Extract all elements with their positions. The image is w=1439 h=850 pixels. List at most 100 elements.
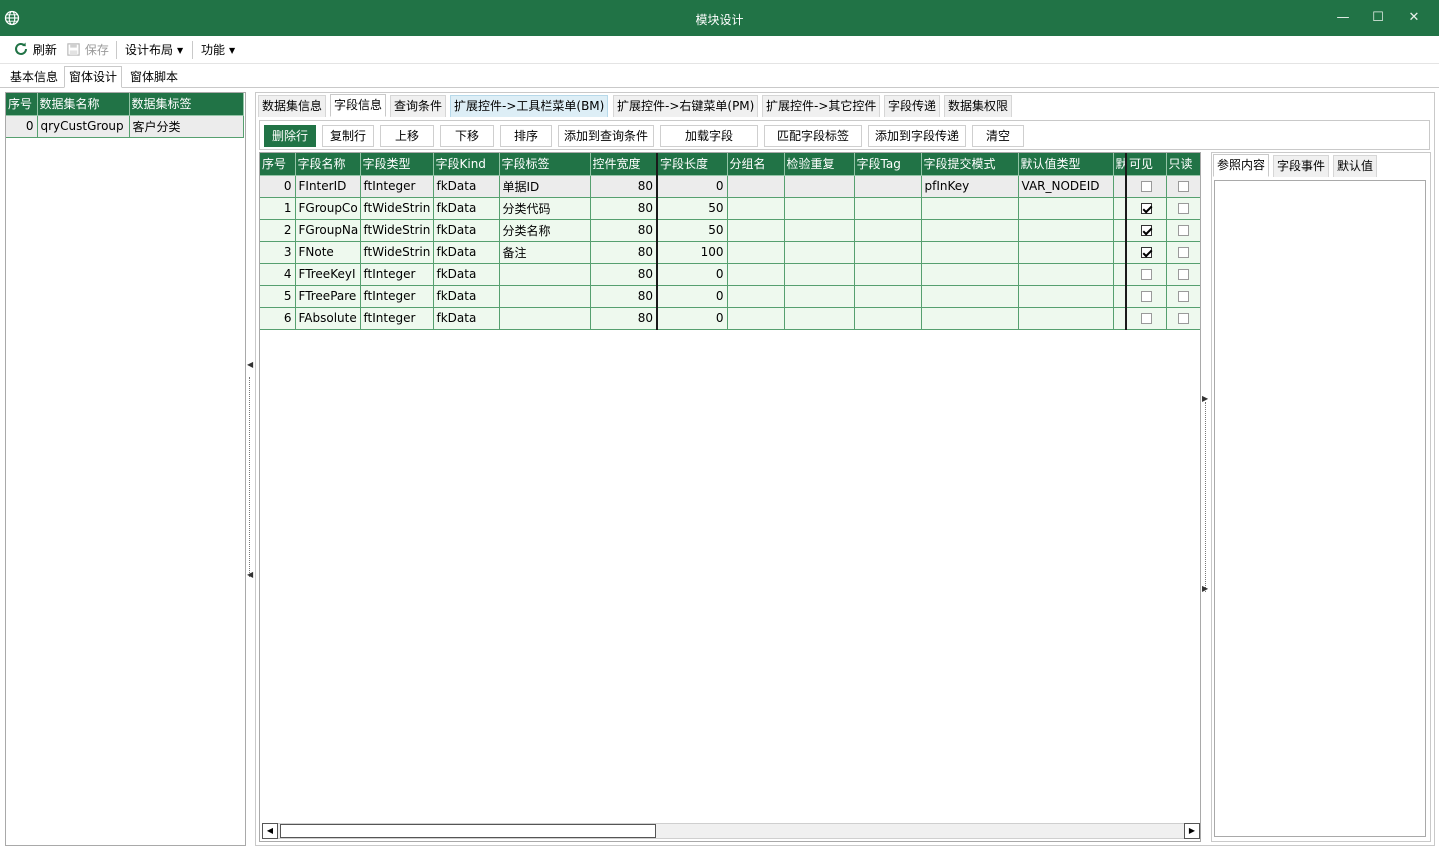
visible-checkbox[interactable] [1140, 181, 1152, 192]
cell-control-width[interactable]: 80 [590, 175, 658, 198]
cell-field-length[interactable]: 0 [656, 263, 728, 286]
sort-button[interactable]: 排序 [500, 125, 552, 147]
column-header[interactable]: 只读 [1166, 153, 1200, 176]
cell-default-type[interactable] [1018, 197, 1114, 220]
cell-submit-mode[interactable] [921, 241, 1019, 264]
column-header[interactable]: 数据集标签 [129, 93, 244, 116]
cell-submit-mode[interactable]: pfInKey [921, 175, 1019, 198]
cell-field-kind[interactable]: fkData [433, 175, 500, 198]
cell-default-type[interactable]: VAR_NODEID [1018, 175, 1114, 198]
cell-check-duplicate[interactable] [784, 175, 855, 198]
cell-field-length[interactable]: 0 [656, 285, 728, 308]
cell-submit-mode[interactable] [921, 219, 1019, 242]
cell-field-tag[interactable] [854, 263, 922, 286]
cell-index[interactable]: 1 [260, 197, 296, 220]
table-row[interactable]: 6 FAbsolute ftInteger fkData 80 0 [260, 307, 1200, 330]
cell-field-kind[interactable]: fkData [433, 307, 500, 330]
visible-checkbox[interactable] [1140, 313, 1152, 324]
load-fields-button[interactable]: 加载字段 [660, 125, 758, 147]
cell-field-kind[interactable]: fkData [433, 263, 500, 286]
tab-default-value[interactable]: 默认值 [1333, 155, 1378, 177]
column-header[interactable]: 字段标签 [499, 153, 591, 176]
cell-submit-mode[interactable] [921, 197, 1019, 220]
tab-dataset-info[interactable]: 数据集信息 [258, 95, 327, 117]
column-header[interactable]: 数据集名称 [37, 93, 130, 116]
table-row[interactable]: 4 FTreeKeyI ftInteger fkData 80 0 [260, 263, 1200, 286]
tab-field-info[interactable]: 字段信息 [330, 94, 387, 117]
cell-group-name[interactable] [727, 197, 785, 220]
save-button[interactable]: 保存 [66, 41, 109, 59]
tab-form-design[interactable]: 窗体设计 [64, 66, 123, 88]
add-to-query-button[interactable]: 添加到查询条件 [558, 125, 654, 147]
table-row[interactable]: 1 FGroupCo ftWideStrin fkData 分类代码 80 50 [260, 197, 1200, 220]
visible-checkbox[interactable] [1140, 269, 1152, 280]
cell-visible[interactable] [1125, 175, 1167, 198]
cell-control-width[interactable]: 80 [590, 285, 658, 308]
cell-field-length[interactable]: 100 [656, 241, 728, 264]
cell-field-label[interactable] [499, 263, 591, 286]
cell-field-label[interactable]: 单据ID [499, 175, 591, 198]
cell-field-type[interactable]: ftWideStrin [360, 219, 434, 242]
visible-checkbox[interactable] [1140, 225, 1152, 236]
cell-field-type[interactable]: ftInteger [360, 175, 434, 198]
table-row[interactable]: 2 FGroupNa ftWideStrin fkData 分类名称 80 50 [260, 219, 1200, 242]
column-header[interactable]: 字段Tag [854, 153, 922, 176]
visible-checkbox[interactable] [1140, 291, 1152, 302]
cell-field-type[interactable]: ftInteger [360, 307, 434, 330]
column-header[interactable]: 字段长度 [656, 153, 728, 176]
cell-default-type[interactable] [1018, 241, 1114, 264]
column-header[interactable]: 分组名 [727, 153, 785, 176]
cell-field-label[interactable] [499, 307, 591, 330]
column-header[interactable]: 检验重复 [784, 153, 855, 176]
cell-group-name[interactable] [727, 285, 785, 308]
column-header[interactable]: 可见 [1125, 153, 1167, 176]
readonly-checkbox[interactable] [1177, 181, 1189, 192]
table-row[interactable]: 0 qryCustGroup 客户分类 [6, 115, 244, 138]
cell-readonly[interactable] [1166, 285, 1200, 308]
cell-dataset-label[interactable]: 客户分类 [129, 115, 244, 138]
cell-submit-mode[interactable] [921, 263, 1019, 286]
cell-check-duplicate[interactable] [784, 307, 855, 330]
column-header[interactable]: 默认值类型 [1018, 153, 1114, 176]
reference-content-area[interactable] [1214, 180, 1426, 837]
collapse-right-icon[interactable]: ▶ [1202, 584, 1208, 593]
cell-field-name[interactable]: FInterID [295, 175, 361, 198]
cell-control-width[interactable]: 80 [590, 241, 658, 264]
tab-form-script[interactable]: 窗体脚本 [125, 66, 183, 88]
cell-default-value[interactable] [1113, 219, 1127, 242]
column-header[interactable]: 默 [1113, 153, 1127, 176]
cell-field-tag[interactable] [854, 285, 922, 308]
tab-basic-info[interactable]: 基本信息 [5, 66, 63, 88]
cell-field-tag[interactable] [854, 197, 922, 220]
cell-check-duplicate[interactable] [784, 197, 855, 220]
cell-visible[interactable] [1125, 241, 1167, 264]
close-button[interactable]: ✕ [1404, 8, 1424, 28]
move-up-button[interactable]: 上移 [380, 125, 434, 147]
cell-field-type[interactable]: ftWideStrin [360, 197, 434, 220]
cell-readonly[interactable] [1166, 263, 1200, 286]
cell-dataset-name[interactable]: qryCustGroup [37, 115, 130, 138]
cell-field-label[interactable]: 备注 [499, 241, 591, 264]
cell-field-tag[interactable] [854, 307, 922, 330]
readonly-checkbox[interactable] [1177, 291, 1189, 302]
horizontal-scrollbar[interactable]: ◀ ▶ [262, 823, 1200, 839]
cell-field-type[interactable]: ftInteger [360, 285, 434, 308]
cell-field-kind[interactable]: fkData [433, 197, 500, 220]
maximize-button[interactable]: ☐ [1368, 8, 1388, 28]
cell-field-type[interactable]: ftWideStrin [360, 241, 434, 264]
tab-context-menu[interactable]: 扩展控件->右键菜单(PM) [613, 95, 759, 117]
clear-button[interactable]: 清空 [972, 125, 1024, 147]
cell-field-kind[interactable]: fkData [433, 285, 500, 308]
cell-default-value[interactable] [1113, 197, 1127, 220]
cell-field-name[interactable]: FTreeKeyI [295, 263, 361, 286]
cell-index[interactable]: 5 [260, 285, 296, 308]
cell-index[interactable]: 2 [260, 219, 296, 242]
cell-group-name[interactable] [727, 175, 785, 198]
cell-visible[interactable] [1125, 197, 1167, 220]
cell-default-type[interactable] [1018, 263, 1114, 286]
cell-check-duplicate[interactable] [784, 241, 855, 264]
cell-readonly[interactable] [1166, 197, 1200, 220]
tab-reference-content[interactable]: 参照内容 [1213, 154, 1270, 177]
column-header[interactable]: 序号 [6, 93, 38, 116]
column-header[interactable]: 字段类型 [360, 153, 434, 176]
